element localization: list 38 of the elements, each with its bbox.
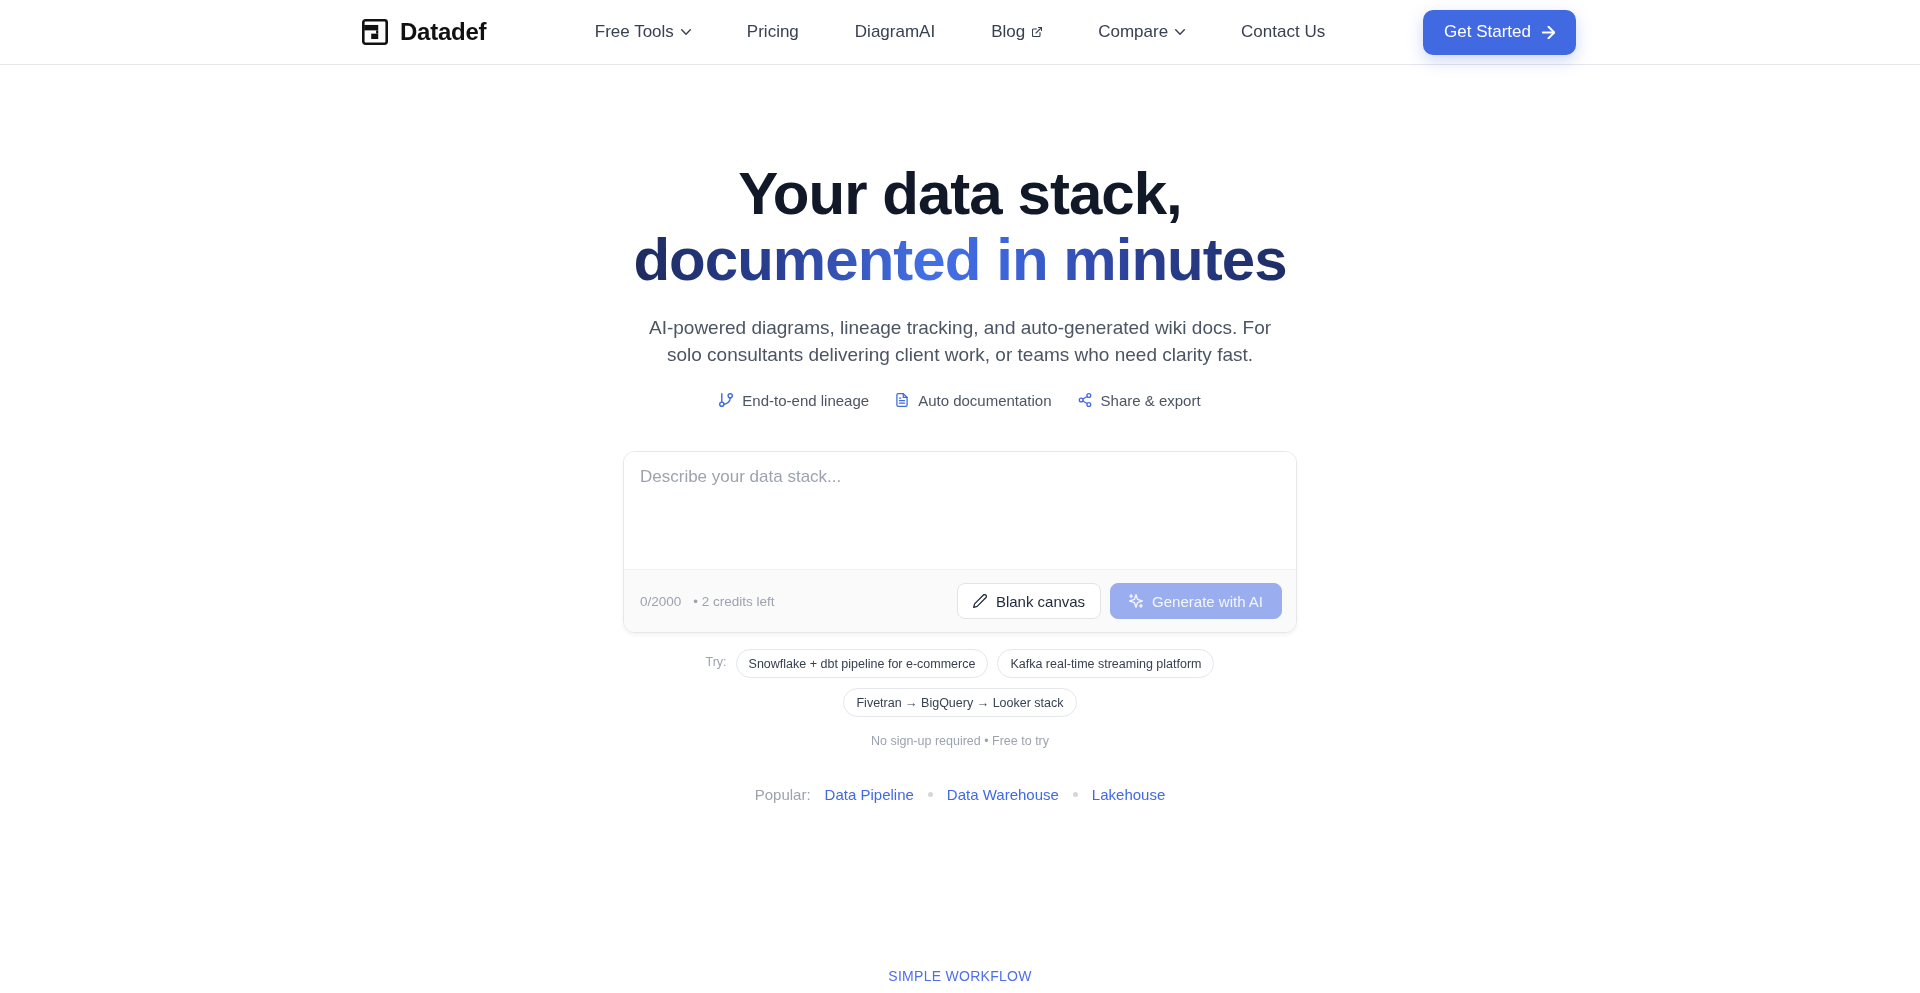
arrow-right-icon [1542,25,1555,39]
get-started-button[interactable]: Get Started [1423,9,1576,55]
dot-icon [927,791,933,797]
popular-link[interactable]: Data Pipeline [824,785,914,803]
feature-label: Auto documentation [918,391,1052,409]
pencil-icon [972,594,987,608]
feature-label: Share & export [1100,391,1201,409]
suggestion-chip[interactable]: Snowflake + dbt pipeline for e-commerce [735,649,989,678]
share-icon [1077,393,1092,407]
nav-link[interactable]: Blog [991,22,1043,42]
nav-link[interactable]: Compare [1098,22,1186,42]
prompt-field[interactable]: Describe your data stack... [624,452,1296,569]
external-link-icon [1032,27,1043,37]
nav-link[interactable]: Free Tools [594,22,691,42]
try-label: Try: [705,654,727,669]
nav-link[interactable]: Pricing [746,22,799,42]
section-eyebrow: SIMPLE WORKFLOW [888,967,1032,985]
logo-icon [362,19,388,45]
character-count: 0/2000 [640,593,682,609]
blank-canvas-button[interactable]: Blank canvas [956,583,1102,619]
popular-label: Popular: [754,785,811,803]
hero-subtitle: AI-powered diagrams, lineage tracking, and auto-generated wiki docs. For solo consultants delivering client work, or teams who need clarity fast. [647,316,1273,367]
branch-icon [719,393,734,407]
signup-note: No sign-up required • Free to try [870,733,1050,750]
logo-link[interactable]: Datadef [362,18,487,46]
popular-link[interactable]: Lakehouse [1091,785,1166,803]
sparkle-icon [1129,594,1144,608]
nav-link[interactable]: DiagramAI [854,22,936,42]
document-icon [895,393,910,407]
dot-icon [1072,791,1078,797]
feature-label: End-to-end lineage [742,391,870,409]
suggestion-chip[interactable]: Kafka real-time streaming platform [997,649,1215,678]
popular-link[interactable]: Data Warehouse [946,785,1059,803]
chevron-down-icon [1175,29,1186,35]
credits-remaining: • 2 credits left [693,593,775,609]
chevron-down-icon [680,29,691,35]
suggestion-chip[interactable]: Fivetran → BigQuery → Looker stack [843,688,1077,717]
nav-link[interactable]: Contact Us [1241,22,1326,42]
